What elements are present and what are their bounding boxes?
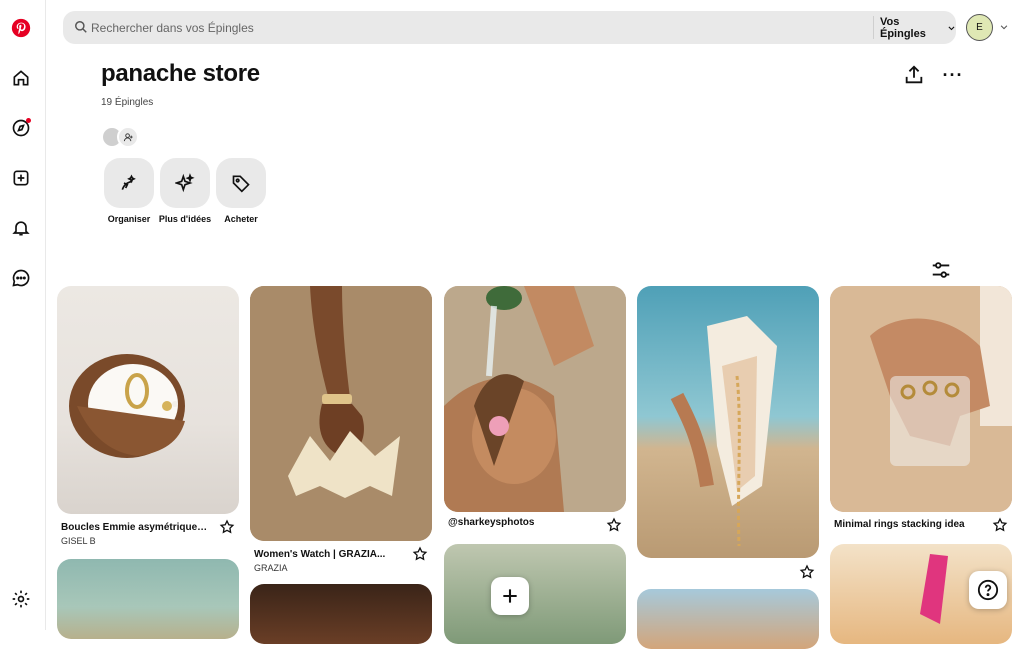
create-icon[interactable] bbox=[9, 166, 33, 190]
organize-button[interactable]: Organiser bbox=[104, 158, 154, 224]
organize-label: Organiser bbox=[107, 214, 151, 224]
more-ideas-label: Plus d'idées bbox=[158, 214, 212, 224]
pinterest-logo-icon[interactable] bbox=[9, 16, 33, 40]
pin-card[interactable]: Minimal rings stacking idea bbox=[830, 286, 1012, 546]
pin-title: Minimal rings stacking idea bbox=[834, 519, 965, 530]
pin-card[interactable]: Boucles Emmie asymétriques en... GISEL B bbox=[57, 286, 239, 548]
star-icon[interactable] bbox=[799, 564, 815, 580]
pin-source: GISEL B bbox=[61, 536, 96, 546]
help-button[interactable] bbox=[969, 571, 1007, 609]
add-pin-button[interactable] bbox=[491, 577, 529, 615]
account-menu-chevron-icon[interactable] bbox=[999, 22, 1009, 32]
account-avatar[interactable]: E bbox=[966, 14, 993, 41]
pin-image bbox=[637, 286, 819, 558]
pin-meta: Boucles Emmie asymétriques en... GISEL B bbox=[57, 514, 239, 548]
pin-title: Women's Watch | GRAZIA... bbox=[254, 549, 386, 560]
search-divider bbox=[873, 16, 874, 39]
shop-label: Acheter bbox=[224, 214, 258, 224]
search-icon bbox=[75, 21, 87, 33]
pin-image bbox=[57, 286, 239, 514]
home-icon[interactable] bbox=[9, 66, 33, 90]
notification-dot bbox=[26, 118, 31, 123]
pin-meta: Women's Watch | GRAZIA... GRAZIA bbox=[250, 541, 432, 575]
left-sidebar bbox=[0, 0, 46, 630]
chevron-down-icon bbox=[948, 25, 955, 30]
pin-image bbox=[444, 544, 626, 644]
board-header: panache store 19 Épingles bbox=[101, 60, 260, 108]
collaborators[interactable] bbox=[101, 126, 141, 150]
pin-image bbox=[444, 286, 626, 512]
more-options-icon[interactable]: ··· bbox=[942, 64, 964, 86]
pin-source: GRAZIA bbox=[254, 563, 288, 573]
avatar-initial: E bbox=[976, 22, 983, 33]
search-scope-dropdown[interactable]: Vos Épingles bbox=[880, 11, 956, 44]
pin-image bbox=[830, 286, 1012, 512]
pin-count: 19 Épingles bbox=[101, 97, 154, 108]
organize-icon bbox=[104, 158, 154, 208]
messages-icon[interactable] bbox=[9, 266, 33, 290]
pin-title: Boucles Emmie asymétriques en... bbox=[61, 522, 211, 533]
pin-meta bbox=[637, 558, 819, 592]
settings-gear-icon[interactable] bbox=[9, 587, 33, 611]
pin-image bbox=[637, 589, 819, 649]
share-upload-icon[interactable] bbox=[903, 64, 925, 86]
star-icon[interactable] bbox=[412, 546, 428, 562]
pin-image bbox=[250, 286, 432, 541]
shop-button[interactable]: Acheter bbox=[216, 158, 266, 224]
star-icon[interactable] bbox=[992, 517, 1008, 533]
help-question-icon bbox=[977, 579, 999, 601]
pin-card[interactable]: Women's Watch | GRAZIA... GRAZIA bbox=[250, 286, 432, 575]
tag-icon bbox=[216, 158, 266, 208]
pin-card[interactable] bbox=[637, 286, 819, 592]
pin-card[interactable] bbox=[637, 589, 819, 649]
more-ideas-button[interactable]: Plus d'idées bbox=[158, 158, 212, 224]
filter-sliders-icon[interactable] bbox=[930, 259, 952, 281]
board-actions: Organiser Plus d'idées Acheter bbox=[104, 158, 266, 224]
pin-image bbox=[57, 559, 239, 639]
plus-icon bbox=[503, 589, 517, 603]
search-scope-label: Vos Épingles bbox=[880, 15, 926, 40]
add-collaborator-icon bbox=[117, 126, 139, 148]
bell-icon[interactable] bbox=[9, 216, 33, 240]
sparkle-icon bbox=[160, 158, 210, 208]
star-icon[interactable] bbox=[219, 519, 235, 535]
pin-image bbox=[250, 584, 432, 644]
pin-meta: @sharkeysphotos bbox=[444, 512, 626, 546]
pin-card[interactable]: @sharkeysphotos bbox=[444, 286, 626, 546]
pin-title: @sharkeysphotos bbox=[448, 517, 535, 528]
star-icon[interactable] bbox=[606, 517, 622, 533]
top-bar: Vos Épingles E bbox=[47, 0, 1024, 56]
pin-card[interactable] bbox=[57, 559, 239, 639]
pin-card[interactable] bbox=[444, 544, 626, 644]
pin-card[interactable] bbox=[250, 584, 432, 644]
board-title: panache store bbox=[101, 60, 260, 87]
search-input[interactable] bbox=[91, 11, 851, 44]
search-bar: Vos Épingles bbox=[63, 11, 956, 44]
pin-meta: Minimal rings stacking idea bbox=[830, 512, 1012, 546]
explore-icon[interactable] bbox=[9, 116, 33, 140]
